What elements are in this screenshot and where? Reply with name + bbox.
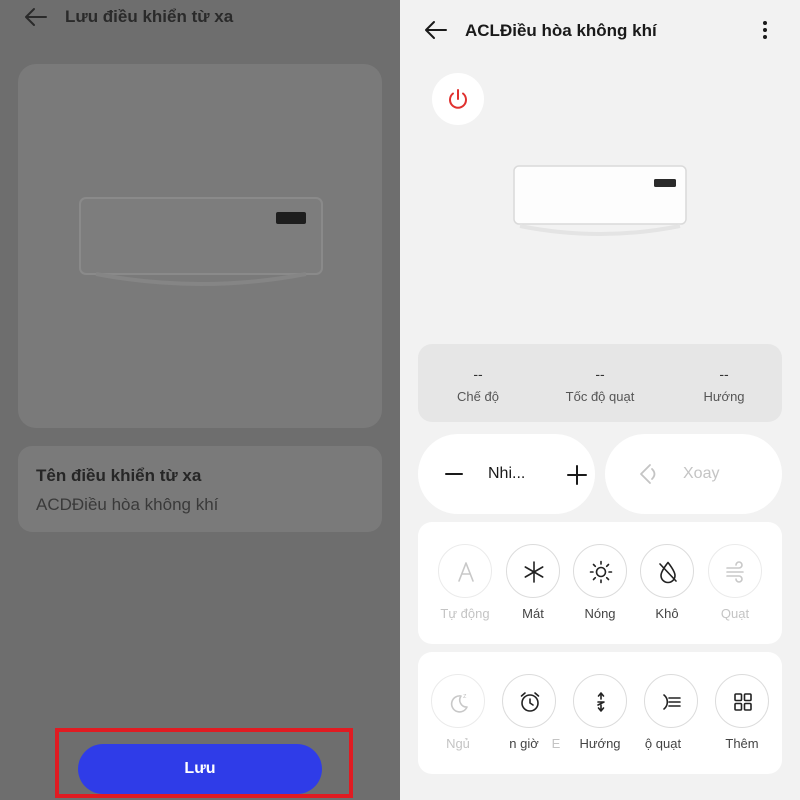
page-title: ACLĐiều hòa không khí [465, 21, 657, 40]
grid-icon [734, 693, 752, 711]
save-button[interactable]: Lưu [78, 744, 322, 794]
more-options-icon[interactable] [759, 19, 771, 41]
droplet-icon [659, 561, 677, 584]
status-direction: -- Hướng [664, 366, 784, 404]
mode-heat-button[interactable] [573, 544, 627, 598]
sleep-icon: z [450, 693, 468, 713]
air-conditioner-image [513, 165, 687, 236]
mode-auto-button[interactable] [438, 544, 492, 598]
fan-speed-icon [663, 694, 681, 710]
swing-label: Xoay [683, 465, 720, 482]
fan-speed-button[interactable] [644, 674, 698, 728]
alarm-clock-icon [520, 692, 540, 712]
function-label: Ngủ [446, 736, 470, 751]
mode-fan-button[interactable] [708, 544, 762, 598]
page-title: Lưu điều khiển từ xa [65, 7, 234, 26]
direction-button[interactable] [573, 674, 627, 728]
status-fan-speed: -- Tốc độ quạt [540, 366, 660, 404]
status-value: -- [719, 366, 729, 382]
direction-icon [597, 692, 605, 712]
function-label: Thêm [725, 736, 759, 751]
temperature-label: Nhi... [488, 465, 526, 482]
status-value: -- [595, 366, 605, 382]
wind-icon [726, 561, 744, 583]
power-icon [449, 89, 467, 109]
air-conditioner-image [79, 197, 323, 286]
function-label: ộ quạt [644, 736, 682, 751]
save-remote-screen: Lưu điều khiển từ xa Tên điều khiển từ x… [0, 0, 400, 800]
timer-button[interactable] [502, 674, 556, 728]
more-button[interactable] [715, 674, 769, 728]
snowflake-icon [524, 561, 544, 583]
mode-selector: Tự động Mát Nóng Khô Quạt [418, 522, 782, 644]
remote-name-value[interactable]: ACDĐiều hòa không khí [36, 495, 218, 515]
status-value: -- [473, 366, 483, 382]
save-header: Lưu điều khiển từ xa [0, 0, 400, 36]
mode-cool-button[interactable] [506, 544, 560, 598]
back-arrow-icon[interactable] [424, 19, 448, 41]
remote-name-label: Tên điều khiển từ xa [36, 466, 202, 485]
status-label: Hướng [703, 389, 745, 404]
status-label: Tốc độ quạt [565, 389, 635, 404]
function-label: Hướng [579, 736, 621, 751]
sleep-button[interactable]: z [431, 674, 485, 728]
function-bar: z Ngủ n giờ E Hướng ộ quạt Thêm [418, 652, 782, 774]
swing-button[interactable]: Xoay [605, 434, 782, 514]
auto-icon [458, 562, 474, 582]
remote-name-card[interactable]: Tên điều khiển từ xa ACDĐiều hòa không k… [18, 446, 382, 532]
function-label: n giờ [509, 736, 539, 751]
ac-control-screen: ACLĐiều hòa không khí -- Chế độ -- Tốc đ… [400, 0, 800, 800]
svg-text:z: z [463, 693, 467, 700]
ac-preview-card [18, 64, 382, 428]
status-card: -- Chế độ -- Tốc độ quạt -- Hướng [418, 344, 782, 422]
mode-label: Quạt [720, 606, 750, 621]
status-label: Chế độ [457, 389, 499, 404]
mode-dry-button[interactable] [640, 544, 694, 598]
status-mode: -- Chế độ [418, 366, 538, 404]
plus-icon[interactable] [566, 464, 588, 486]
sun-icon [589, 560, 613, 584]
minus-icon[interactable] [444, 464, 464, 484]
power-button[interactable] [432, 73, 484, 125]
back-arrow-icon[interactable] [24, 6, 48, 28]
temperature-control: Nhi... [418, 434, 595, 514]
swing-icon [640, 464, 656, 484]
